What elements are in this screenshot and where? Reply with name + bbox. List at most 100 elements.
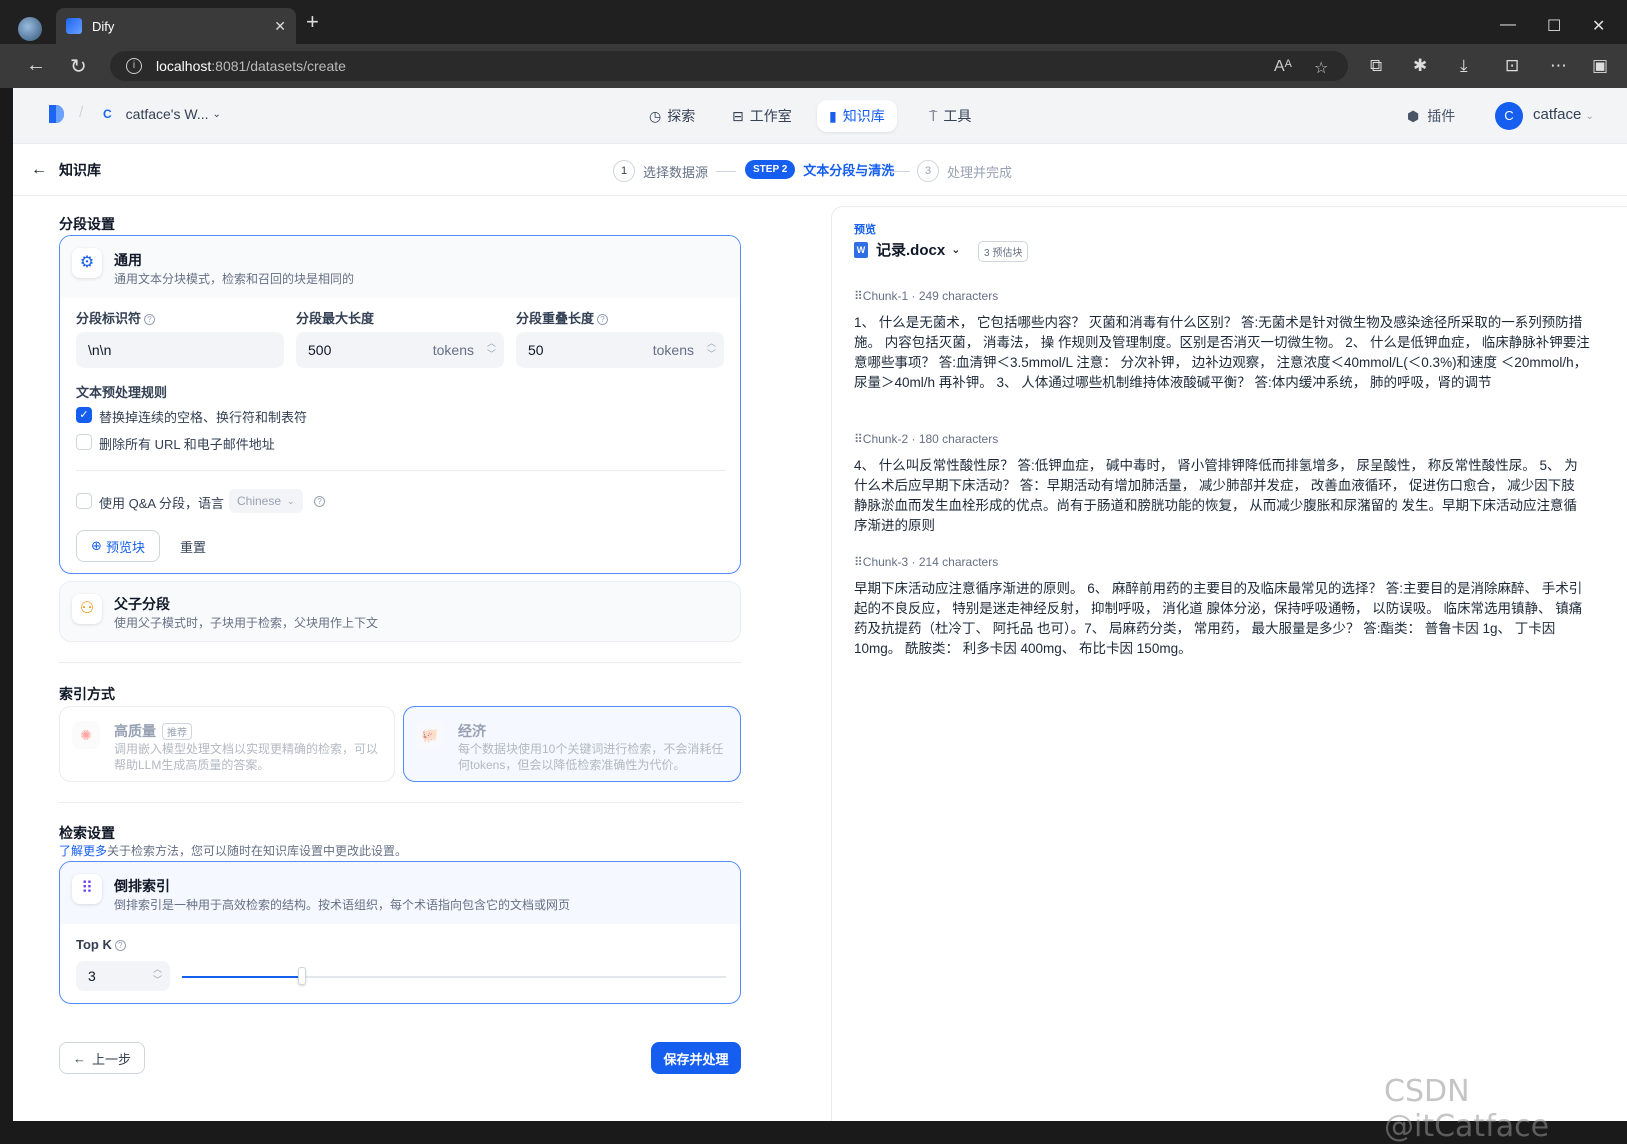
parent-child-icon: ⚇ bbox=[72, 594, 102, 624]
favorite-star-icon[interactable]: ☆ bbox=[1314, 58, 1328, 78]
maxlen-input[interactable]: 500 tokens ︿ ﹀ bbox=[296, 332, 504, 368]
general-card-header: ⚙ 通用 通用文本分块模式，检索和召回的块是相同的 bbox=[60, 236, 740, 298]
url-path: :8081/datasets/create bbox=[211, 58, 346, 74]
retrieval-desc: 关于检索方法，您可以随时在知识库设置中更改此设置。 bbox=[107, 844, 408, 858]
eco-title: 经济 bbox=[458, 723, 486, 739]
divider bbox=[59, 662, 741, 663]
general-mode-card[interactable]: ⚙ 通用 通用文本分块模式，检索和召回的块是相同的 分段标识符? 分段最大长度 … bbox=[59, 235, 741, 574]
read-aloud-icon[interactable]: Aᴬ bbox=[1274, 58, 1292, 76]
arrow-left-icon: ← bbox=[31, 161, 47, 178]
retrieval-desc-row: 了解更多关于检索方法，您可以随时在知识库设置中更改此设置。 bbox=[59, 842, 407, 859]
help-icon[interactable]: ? bbox=[597, 314, 609, 325]
maximize-icon[interactable]: ☐ bbox=[1547, 16, 1561, 36]
compass-icon: ◷ bbox=[649, 107, 662, 124]
rule2-checkbox[interactable] bbox=[76, 434, 92, 450]
chunk-1-head: Chunk-1 · 249 characters bbox=[862, 289, 999, 303]
identifier-label-text: 分段标识符 bbox=[76, 311, 142, 326]
learn-more-link[interactable]: 了解更多 bbox=[59, 844, 107, 858]
separator: / bbox=[79, 104, 84, 121]
back-arrow-icon[interactable]: ← bbox=[26, 54, 46, 77]
economy-index-card[interactable]: 🐖 经济 每个数据块使用10个关键词进行检索，不会消耗任何tokens，但会以降… bbox=[403, 706, 741, 782]
reload-icon[interactable]: ↻ bbox=[70, 54, 87, 79]
chunk-3-head: Chunk-3 · 214 characters bbox=[862, 555, 999, 569]
stepper-icon[interactable]: ︿ ﹀ bbox=[487, 338, 496, 360]
parent-child-mode-card[interactable]: ⚇ 父子分段 使用父子模式时，子块用于检索，父块用作上下文 bbox=[59, 581, 741, 642]
profile-icon[interactable] bbox=[18, 17, 42, 41]
dify-logo-icon[interactable] bbox=[47, 104, 65, 124]
chunk-2-body: 4、 什么叫反常性酸性尿？ 答:低钾血症， 碱中毒时， 肾小管排钾降低而排氢增多… bbox=[854, 458, 1578, 533]
hq-title: 高质量 bbox=[114, 723, 156, 739]
rule1-checkbox[interactable]: ✓ bbox=[76, 407, 92, 423]
close-window-icon[interactable]: ✕ bbox=[1592, 16, 1605, 36]
watermark: CSDN @itCatface bbox=[1384, 1074, 1550, 1144]
browser-tab[interactable]: Dify ✕ bbox=[56, 8, 296, 44]
high-quality-index-card[interactable]: ✺ 高质量 推荐 调用嵌入模型处理文档以实现更精确的检索，可以帮助LLM生成高质量… bbox=[59, 706, 395, 782]
screenshot-icon[interactable]: ⧉ bbox=[1370, 56, 1382, 76]
nav-knowledge[interactable]: ▮ 知识库 bbox=[817, 100, 897, 132]
qa-language-select[interactable]: Chinese ⌄ bbox=[229, 489, 303, 513]
inverted-card-header: ⠿ 倒排索引 倒排索引是一种用于高效检索的结构。按术语组织，每个术语指向包含它的… bbox=[60, 862, 740, 924]
identifier-input[interactable]: \n\n bbox=[76, 332, 284, 368]
segment-settings-title: 分段设置 bbox=[59, 216, 115, 232]
general-title: 通用 bbox=[114, 252, 142, 268]
step-2-pill: STEP 2 bbox=[745, 160, 796, 179]
inverted-desc: 倒排索引是一种用于高效检索的结构。按术语组织，每个术语指向包含它的文档或网页 bbox=[114, 898, 571, 912]
chevron-down-icon: ⌄ bbox=[287, 495, 295, 506]
nav-explore[interactable]: ◷ 探索 bbox=[637, 100, 707, 132]
previous-step-button[interactable]: ← 上一步 bbox=[59, 1042, 145, 1074]
minimize-icon[interactable]: — bbox=[1500, 16, 1516, 34]
chunk-2-head: Chunk-2 · 180 characters bbox=[862, 432, 999, 446]
chunk-3-body: 早期下床活动应注意循序渐进的原则。 6、 麻醉前用药的主要目的及临床最常见的选择… bbox=[854, 581, 1583, 656]
close-tab-icon[interactable]: ✕ bbox=[274, 18, 286, 35]
collections-icon[interactable]: ⊡ bbox=[1505, 56, 1519, 76]
workspace-switcher[interactable]: C catface's W... ⌄ bbox=[103, 106, 221, 122]
hq-title-row: 高质量 推荐 bbox=[114, 721, 192, 741]
nav-tools[interactable]: ⍑ 工具 bbox=[917, 100, 983, 132]
url-host: localhost bbox=[156, 58, 212, 74]
plugin-button[interactable]: ⬢ 插件 bbox=[1407, 106, 1455, 126]
reset-button[interactable]: 重置 bbox=[170, 530, 216, 562]
chevron-down-icon: ⌄ bbox=[951, 244, 961, 256]
overlap-label-text: 分段重叠长度 bbox=[516, 311, 595, 326]
qa-checkbox[interactable] bbox=[76, 493, 92, 509]
download-icon[interactable]: ⤓ bbox=[1460, 56, 1468, 76]
stepper-icon[interactable]: ︿ ﹀ bbox=[153, 964, 162, 986]
user-menu[interactable]: catface ⌄ bbox=[1533, 106, 1594, 123]
address-bar[interactable]: i localhost:8081/datasets/create Aᴬ ☆ bbox=[110, 51, 1348, 81]
topk-value: 3 bbox=[88, 968, 96, 984]
topk-input[interactable]: 3 ︿ ﹀ bbox=[76, 961, 170, 991]
chevron-down-icon: ⌄ bbox=[1585, 111, 1594, 122]
browser-toolbar: ← ↻ i localhost:8081/datasets/create Aᴬ … bbox=[0, 44, 1627, 88]
book-icon: ▮ bbox=[829, 107, 837, 124]
piggy-bank-icon: 🐖 bbox=[416, 721, 444, 749]
site-info-icon[interactable]: i bbox=[126, 58, 142, 74]
preview-chunks-button[interactable]: ⊕ 预览块 bbox=[76, 530, 160, 562]
step-3-label: 处理并完成 bbox=[947, 164, 1013, 180]
stepper-icon[interactable]: ︿ ﹀ bbox=[707, 338, 716, 360]
preview-file-name: 记录.docx bbox=[876, 242, 946, 259]
nav-studio[interactable]: ⊟ 工作室 bbox=[720, 100, 804, 132]
sidebar-icon[interactable]: ▣ bbox=[1592, 56, 1608, 76]
preview-file-select[interactable]: W 记录.docx ⌄ bbox=[854, 239, 960, 260]
extensions-icon[interactable]: ✱ bbox=[1413, 56, 1427, 76]
inverted-index-card[interactable]: ⠿ 倒排索引 倒排索引是一种用于高效检索的结构。按术语组织，每个术语指向包含它的… bbox=[59, 861, 741, 1004]
help-icon[interactable]: ? bbox=[114, 940, 126, 951]
gear-icon: ⚙ bbox=[72, 248, 102, 278]
star-badge-icon: ✺ bbox=[72, 721, 100, 749]
overlap-input[interactable]: 50 tokens ︿ ﹀ bbox=[516, 332, 724, 368]
overlap-value: 50 bbox=[528, 342, 544, 358]
more-menu-icon[interactable]: ⋯ bbox=[1550, 56, 1567, 76]
save-and-process-button[interactable]: 保存并处理 bbox=[651, 1042, 741, 1074]
tool-icon: ⍑ bbox=[929, 107, 938, 124]
back-to-knowledge[interactable]: ← 知识库 bbox=[31, 160, 101, 180]
step-1-number: 1 bbox=[613, 160, 635, 182]
help-icon[interactable]: ? bbox=[144, 314, 156, 325]
help-icon[interactable]: ? bbox=[314, 496, 325, 507]
chevron-down-icon: ⌄ bbox=[212, 108, 221, 120]
new-tab-icon[interactable]: + bbox=[306, 11, 319, 33]
topk-slider-thumb[interactable] bbox=[298, 967, 306, 985]
maxlen-unit: tokens bbox=[432, 342, 474, 358]
inverted-title: 倒排索引 bbox=[114, 878, 170, 894]
avatar[interactable]: C bbox=[1495, 102, 1523, 130]
retrieval-title: 检索设置 bbox=[59, 825, 115, 841]
